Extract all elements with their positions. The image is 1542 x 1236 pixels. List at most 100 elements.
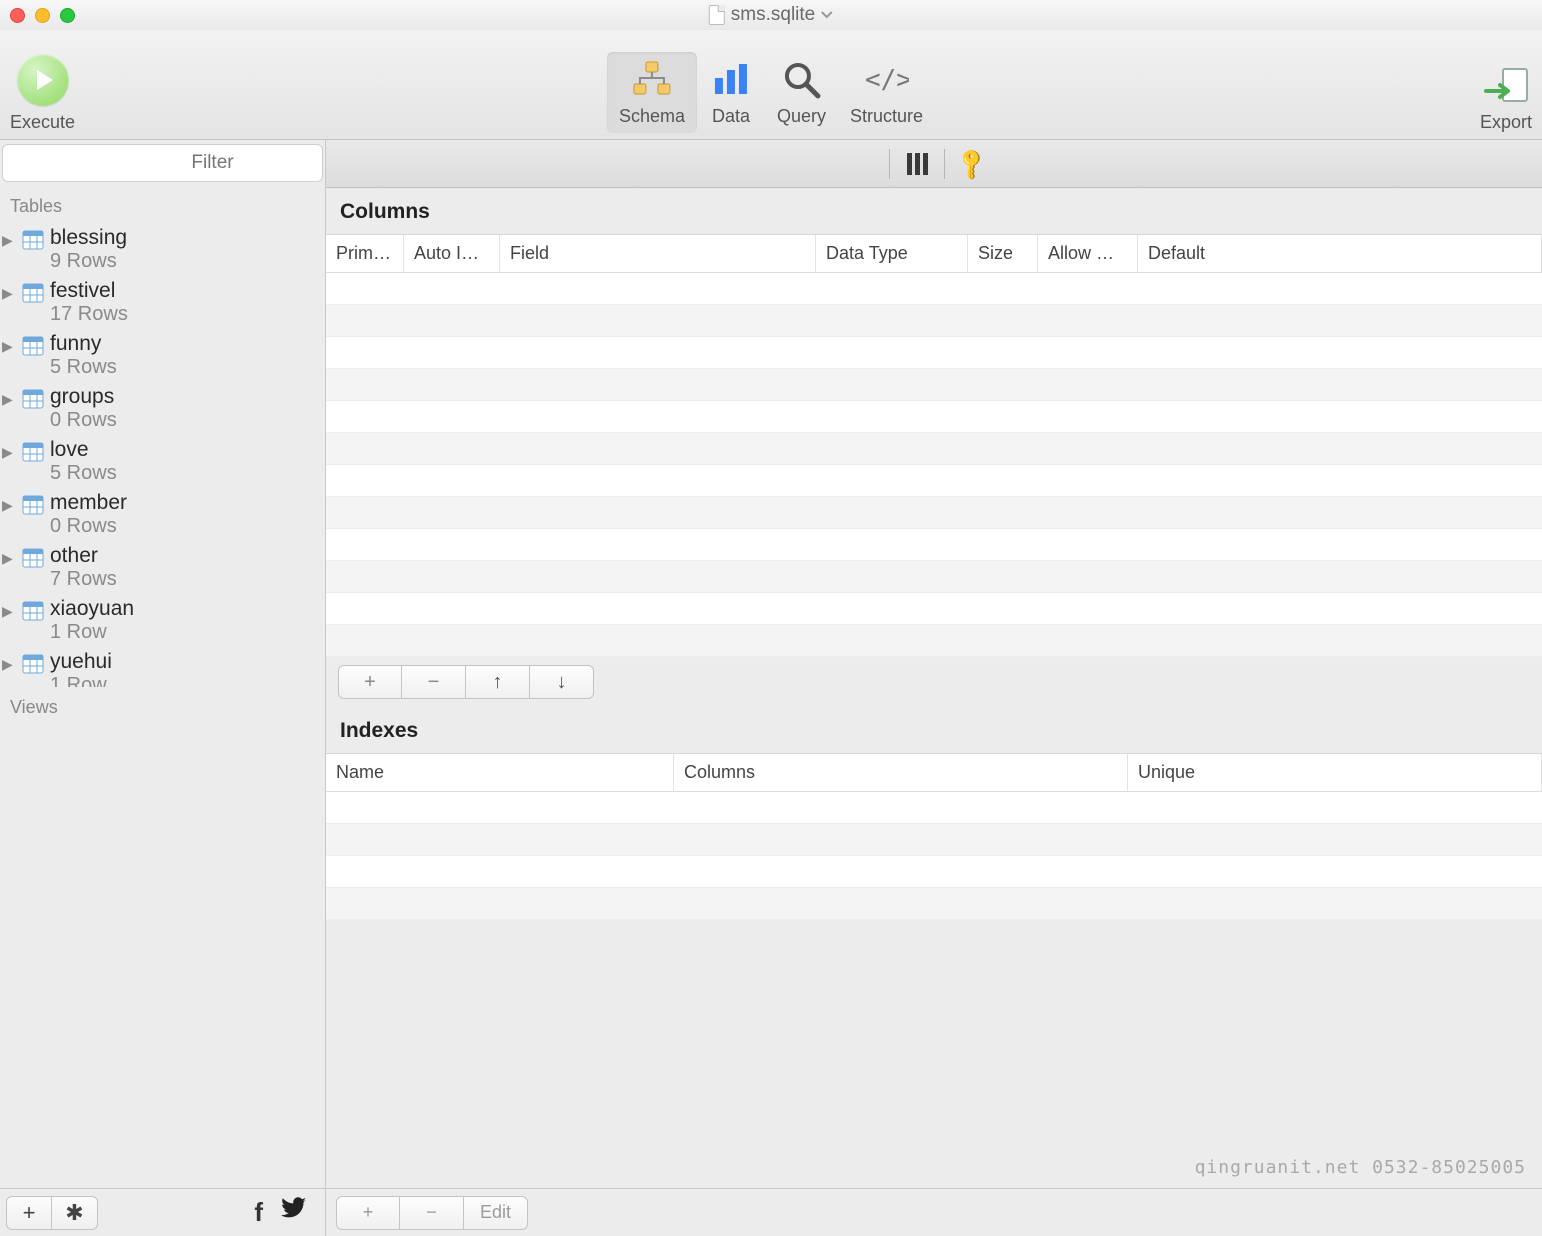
sidebar-table-item[interactable]: ▶blessing9 Rows (0, 223, 325, 276)
window-minimize-button[interactable] (35, 8, 50, 23)
table-row-count: 17 Rows (50, 303, 128, 326)
disclosure-triangle-icon[interactable]: ▶ (2, 491, 16, 514)
table-row[interactable] (326, 529, 1542, 561)
disclosure-triangle-icon[interactable]: ▶ (2, 438, 16, 461)
columns-icon (907, 153, 928, 175)
table-name: blessing (50, 226, 127, 250)
disclosure-triangle-icon[interactable]: ▶ (2, 226, 16, 249)
table-row[interactable] (326, 824, 1542, 856)
table-row-count: 5 Rows (50, 462, 117, 485)
sidebar-table-item[interactable]: ▶ festivel17 Rows (0, 276, 325, 329)
table-row[interactable] (326, 433, 1542, 465)
execute-button[interactable]: Execute (10, 54, 75, 133)
schema-icon (630, 58, 674, 102)
toolbar: Execute Schema Data Query (0, 30, 1542, 140)
table-row[interactable] (326, 465, 1542, 497)
columns-view-button[interactable] (900, 149, 934, 179)
table-icon (22, 389, 44, 409)
add-table-button[interactable]: + (6, 1196, 52, 1230)
sidebar-table-item[interactable]: ▶yuehui1 Row (0, 647, 325, 687)
window-close-button[interactable] (10, 8, 25, 23)
sidebar-table-item[interactable]: ▶other7 Rows (0, 541, 325, 594)
table-name: festivel (50, 279, 128, 303)
sidebar-footer: + ✱ f (0, 1188, 325, 1236)
window-title[interactable]: sms.sqlite (709, 4, 833, 26)
table-row[interactable] (326, 305, 1542, 337)
disclosure-triangle-icon[interactable]: ▶ (2, 332, 16, 355)
table-row-count: 1 Row (50, 621, 134, 644)
move-up-button[interactable]: ↑ (466, 665, 530, 699)
tab-structure[interactable]: </> Structure (838, 52, 935, 133)
settings-button[interactable]: ✱ (52, 1196, 98, 1230)
idx-col-unique[interactable]: Unique (1128, 754, 1542, 791)
main-panel: 🔑 Columns Primary Auto Inc... Field Data… (326, 140, 1542, 1236)
window-zoom-button[interactable] (60, 8, 75, 23)
idx-col-name[interactable]: Name (326, 754, 674, 791)
table-name: xiaoyuan (50, 597, 134, 621)
sub-toolbar: 🔑 (326, 140, 1542, 188)
col-size[interactable]: Size (968, 235, 1038, 272)
sidebar-table-item[interactable]: ▶funny5 Rows (0, 329, 325, 382)
col-primary[interactable]: Primary (326, 235, 404, 272)
table-icon (22, 336, 44, 356)
table-icon (22, 230, 44, 250)
idx-col-columns[interactable]: Columns (674, 754, 1128, 791)
table-row[interactable] (326, 337, 1542, 369)
table-row[interactable] (326, 401, 1542, 433)
remove-index-button[interactable]: − (400, 1196, 464, 1230)
sidebar: Tables ▶blessing9 Rows▶festivel17 Rows▶f… (0, 140, 326, 1236)
wrench-button[interactable]: 🔑 (955, 149, 989, 179)
disclosure-triangle-icon[interactable]: ▶ (2, 650, 16, 673)
indexes-rows[interactable] (326, 792, 1542, 1188)
table-row[interactable] (326, 856, 1542, 888)
disclosure-triangle-icon[interactable]: ▶ (2, 279, 16, 302)
add-column-button[interactable]: + (338, 665, 402, 699)
table-row[interactable] (326, 369, 1542, 401)
add-index-button[interactable]: + (336, 1196, 400, 1230)
window-filename: sms.sqlite (731, 4, 815, 26)
table-row[interactable] (326, 561, 1542, 593)
table-row[interactable] (326, 888, 1542, 920)
export-button[interactable]: Export (1480, 68, 1532, 133)
col-field[interactable]: Field (500, 235, 816, 272)
disclosure-triangle-icon[interactable]: ▶ (2, 385, 16, 408)
export-label: Export (1480, 112, 1532, 133)
tab-data[interactable]: Data (697, 52, 765, 133)
svg-text:</>: </> (865, 65, 909, 95)
table-name: love (50, 438, 117, 462)
disclosure-triangle-icon[interactable]: ▶ (2, 597, 16, 620)
tab-schema[interactable]: Schema (607, 52, 697, 133)
table-row[interactable] (326, 625, 1542, 657)
table-row[interactable] (326, 273, 1542, 305)
table-row[interactable] (326, 593, 1542, 625)
filter-input[interactable] (2, 144, 323, 182)
tab-query[interactable]: Query (765, 52, 838, 133)
table-row[interactable] (326, 497, 1542, 529)
twitter-icon[interactable] (281, 1197, 307, 1228)
table-name: member (50, 491, 127, 515)
facebook-icon[interactable]: f (254, 1197, 263, 1228)
table-icon (22, 654, 44, 674)
table-icon (22, 442, 44, 462)
sidebar-table-item[interactable]: ▶groups0 Rows (0, 382, 325, 435)
move-down-button[interactable]: ↓ (530, 665, 594, 699)
remove-column-button[interactable]: − (402, 665, 466, 699)
sidebar-table-item[interactable]: ▶member0 Rows (0, 488, 325, 541)
col-default[interactable]: Default (1138, 235, 1542, 272)
edit-index-button[interactable]: Edit (464, 1196, 528, 1230)
table-icon (22, 283, 44, 303)
edit-label: Edit (480, 1202, 511, 1223)
sidebar-table-item[interactable]: ▶ xiaoyuan1 Row (0, 594, 325, 647)
sidebar-table-item[interactable]: ▶ love5 Rows (0, 435, 325, 488)
col-allownull[interactable]: Allow Null (1038, 235, 1138, 272)
col-datatype[interactable]: Data Type (816, 235, 968, 272)
table-icon (22, 601, 44, 621)
disclosure-triangle-icon[interactable]: ▶ (2, 544, 16, 567)
arrow-up-icon: ↑ (493, 671, 503, 694)
play-icon (17, 54, 69, 106)
col-autoinc[interactable]: Auto Inc... (404, 235, 500, 272)
columns-rows[interactable] (326, 273, 1542, 657)
table-row[interactable] (326, 792, 1542, 824)
gear-icon: ✱ (65, 1200, 83, 1226)
tab-query-label: Query (777, 106, 826, 127)
